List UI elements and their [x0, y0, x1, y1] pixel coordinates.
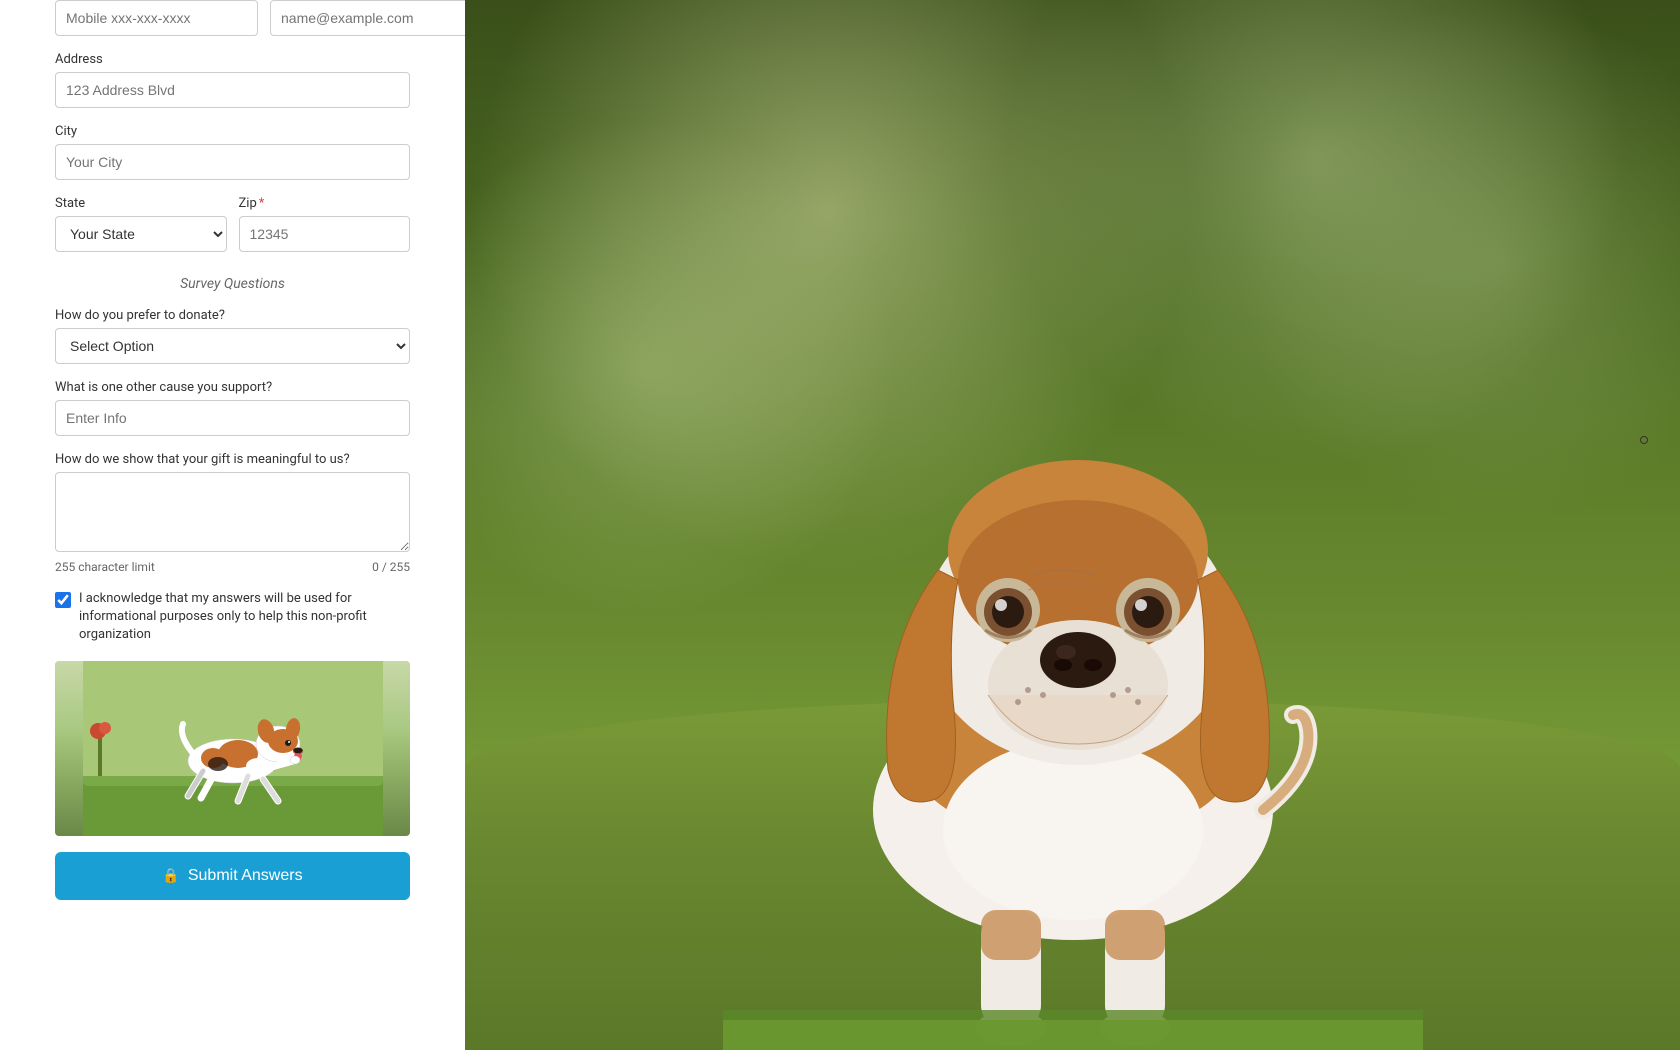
zip-required-star: *: [259, 196, 265, 211]
submit-button[interactable]: 🔒 Submit Answers: [55, 852, 410, 900]
top-inputs-row: [55, 0, 410, 36]
city-input[interactable]: [55, 144, 410, 180]
gift-textarea[interactable]: [55, 472, 410, 552]
state-label: State: [55, 196, 227, 211]
state-group: State Your State Alabama Alaska Arizona …: [55, 196, 227, 252]
dog-thumbnail: [55, 661, 410, 836]
jack-russell-svg: [83, 661, 383, 836]
cause-input[interactable]: [55, 400, 410, 436]
photo-panel: [465, 0, 1680, 1050]
gift-question-label: How do we show that your gift is meaning…: [55, 452, 410, 467]
submit-label: Submit Answers: [188, 867, 303, 885]
city-label: City: [55, 124, 410, 139]
state-zip-row: State Your State Alabama Alaska Arizona …: [55, 196, 410, 252]
state-select[interactable]: Your State Alabama Alaska Arizona Califo…: [55, 216, 227, 252]
mobile-input[interactable]: [55, 0, 258, 36]
form-panel: Address City State Your State Alabama Al…: [0, 0, 465, 1050]
city-group: City: [55, 124, 410, 180]
zip-group: Zip*: [239, 196, 411, 252]
acknowledgment-label: I acknowledge that my answers will be us…: [79, 590, 410, 645]
basset-hound-svg: [723, 250, 1423, 1050]
char-count-row: 255 character limit 0 / 255: [55, 560, 410, 574]
char-count-display: 0 / 255: [372, 560, 410, 574]
zip-input[interactable]: [239, 216, 411, 252]
donate-select[interactable]: Select Option Online By Mail In Person P…: [55, 328, 410, 364]
lock-icon: 🔒: [162, 867, 179, 884]
donate-group: How do you prefer to donate? Select Opti…: [55, 308, 410, 364]
cause-group: What is one other cause you support?: [55, 380, 410, 436]
email-input[interactable]: [270, 0, 465, 36]
gift-group: How do we show that your gift is meaning…: [55, 452, 410, 574]
zip-label: Zip*: [239, 196, 411, 211]
cause-question-label: What is one other cause you support?: [55, 380, 410, 395]
address-group: Address: [55, 52, 410, 108]
small-dog-scene: [55, 661, 410, 836]
char-limit-label: 255 character limit: [55, 560, 155, 574]
address-label: Address: [55, 52, 410, 67]
acknowledgment-row: I acknowledge that my answers will be us…: [55, 590, 410, 645]
donate-question-label: How do you prefer to donate?: [55, 308, 410, 323]
address-input[interactable]: [55, 72, 410, 108]
survey-section-title: Survey Questions: [55, 276, 410, 292]
acknowledgment-checkbox[interactable]: [55, 592, 71, 608]
